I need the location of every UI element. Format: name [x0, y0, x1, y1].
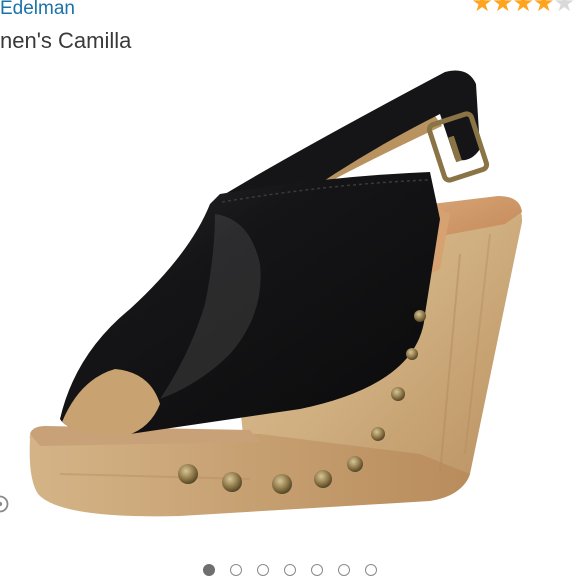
star-empty-icon: ★ — [553, 0, 574, 17]
star-icon: ★ — [491, 0, 513, 17]
product-title: nen's Camilla — [0, 28, 132, 53]
pager-dot[interactable] — [230, 564, 242, 576]
pager-dot[interactable] — [311, 564, 323, 576]
image-pager[interactable] — [0, 564, 580, 580]
pager-dot[interactable] — [203, 564, 215, 576]
star-icon: ★ — [471, 0, 492, 17]
brand-link[interactable]: Edelman — [0, 0, 75, 20]
star-icon: ★ — [512, 0, 533, 17]
pager-dot[interactable] — [365, 564, 377, 576]
rating-stars[interactable]: ★★★★★ — [471, 0, 575, 17]
pager-dot[interactable] — [257, 564, 269, 576]
star-icon: ★ — [532, 0, 554, 17]
share-icon[interactable] — [0, 495, 9, 513]
pager-dot[interactable] — [338, 564, 350, 576]
pager-dot[interactable] — [284, 564, 296, 576]
product-image[interactable] — [0, 54, 580, 554]
